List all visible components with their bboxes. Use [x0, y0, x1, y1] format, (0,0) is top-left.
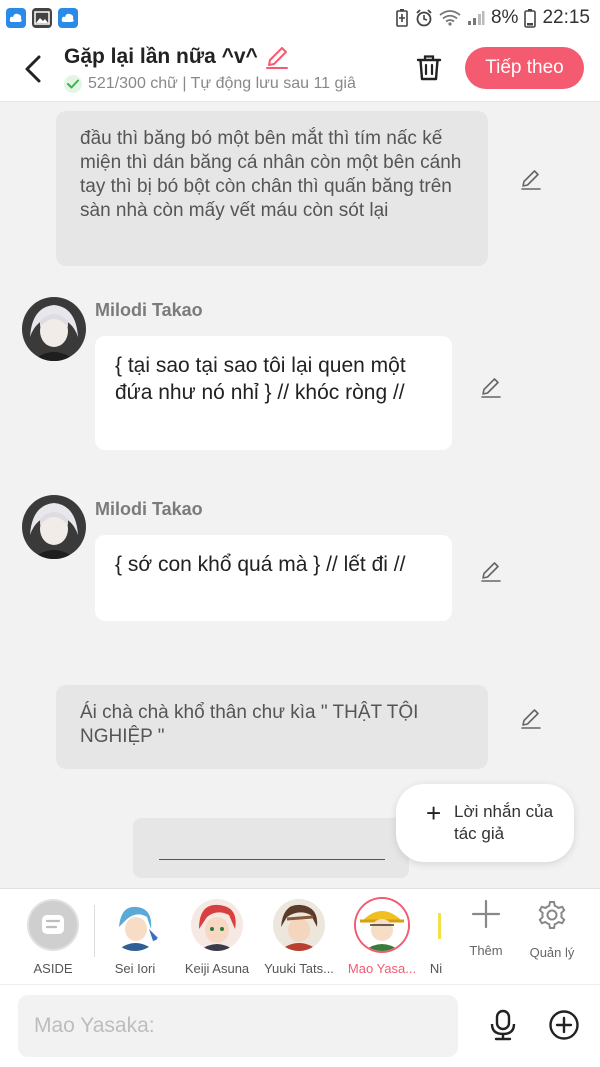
story-title[interactable]: Gặp lại lần nữa ^v^ — [64, 45, 258, 69]
gallery-icon — [32, 8, 52, 28]
character-keiji-asuna[interactable]: Keiji Asuna — [176, 899, 258, 976]
dialogue-message[interactable]: { sớ con khổ quá mà } // lết đi // — [95, 535, 452, 621]
blank-line — [159, 840, 385, 860]
character-name: Sei Iori — [114, 961, 156, 976]
character-avatar-icon — [22, 297, 86, 361]
aside-character[interactable]: ASIDE — [12, 899, 94, 976]
character-ni[interactable]: Ni — [424, 899, 448, 976]
wifi-icon — [439, 10, 461, 26]
next-button[interactable]: Tiếp theo — [465, 47, 584, 89]
narration-message[interactable]: đầu thì băng bó một bên mắt thì tím nấc … — [56, 111, 488, 266]
input-bar — [0, 984, 600, 1067]
add-content-button[interactable] — [546, 1007, 582, 1043]
dialogue-message[interactable]: { tại sao tại sao tôi lại quen một đứa n… — [95, 336, 452, 450]
character-mao-yasaka[interactable]: Mao Yasa... — [341, 899, 423, 976]
chevron-left-icon — [25, 55, 41, 83]
dialogue-text: { sớ con khổ quá mà } // lết đi // — [115, 553, 406, 576]
aside-icon — [27, 899, 79, 951]
avatar — [191, 899, 243, 951]
plus-icon: + — [426, 798, 442, 828]
signal-icon — [467, 10, 485, 26]
add-character-button[interactable]: Thêm — [456, 899, 516, 958]
saved-check-icon — [64, 75, 82, 93]
back-button[interactable] — [18, 52, 48, 86]
blank-message-placeholder[interactable] — [133, 818, 409, 878]
add-label: Thêm — [469, 943, 503, 958]
cloud-app-icon — [58, 8, 78, 28]
edit-message-button[interactable] — [518, 705, 544, 731]
battery-icon — [524, 8, 537, 28]
sender-name: Milodi Takao — [95, 300, 203, 320]
avatar — [109, 899, 161, 951]
character-bar: ASIDE Sei Iori Keiji Asuna Yuuki Tats...… — [0, 888, 600, 984]
edit-message-button[interactable] — [478, 374, 504, 400]
pencil-icon — [481, 562, 501, 582]
avatar[interactable] — [22, 297, 86, 361]
alarm-icon — [415, 9, 433, 27]
edit-message-button[interactable] — [478, 558, 504, 584]
pencil-icon — [521, 170, 541, 190]
clock: 22:15 — [542, 7, 590, 28]
message-input[interactable] — [18, 995, 458, 1057]
manage-characters-button[interactable]: Quản lý — [522, 899, 582, 960]
narration-text: đầu thì băng bó một bên mắt thì tím nấc … — [80, 128, 462, 221]
avatar — [424, 899, 448, 951]
character-name: ASIDE — [33, 961, 73, 976]
top-bar: Gặp lại lần nữa ^v^ 521/300 chữ | Tự độn… — [0, 36, 600, 102]
character-name: Yuuki Tats... — [264, 961, 334, 976]
battery-percent: 8% — [490, 7, 519, 28]
gear-icon — [538, 901, 566, 929]
pencil-icon — [481, 378, 501, 398]
author-note-button[interactable]: + Lời nhắn của tác giả — [396, 784, 574, 862]
plus-icon — [471, 899, 501, 929]
delete-button[interactable] — [412, 50, 446, 86]
narration-text: Ái chà chà khổ thân chư kìa " THẬT TỘI N… — [80, 702, 419, 747]
edit-message-button[interactable] — [518, 166, 544, 192]
add-circle-icon — [549, 1010, 579, 1040]
trash-icon — [416, 55, 442, 81]
avatar — [273, 899, 325, 951]
voice-input-button[interactable] — [486, 1007, 520, 1043]
dialogue-text: { tại sao tại sao tôi lại quen một đứa n… — [115, 354, 406, 404]
character-name: Keiji Asuna — [184, 961, 250, 976]
author-note-label: Lời nhắn của tác giả — [454, 802, 554, 843]
character-name: Mao Yasa... — [347, 961, 417, 976]
cloud-app-icon — [6, 8, 26, 28]
character-sei-iori[interactable]: Sei Iori — [94, 899, 176, 976]
microphone-icon — [490, 1009, 516, 1041]
character-name: Ni — [429, 961, 443, 976]
character-yuuki-tatsuya[interactable]: Yuuki Tats... — [258, 899, 340, 976]
story-title-area: Gặp lại lần nữa ^v^ 521/300 chữ | Tự độn… — [64, 44, 394, 93]
avatar[interactable] — [22, 495, 86, 559]
sender-name: Milodi Takao — [95, 499, 203, 519]
avatar — [356, 899, 408, 951]
character-avatar-icon — [22, 495, 86, 559]
edit-title-icon[interactable] — [264, 44, 290, 70]
battery-saver-icon — [395, 9, 409, 27]
chat-area[interactable]: đầu thì băng bó một bên mắt thì tím nấc … — [0, 102, 600, 888]
manage-label: Quản lý — [529, 945, 575, 960]
status-bar: 8% 22:15 — [0, 0, 600, 36]
pencil-icon — [521, 709, 541, 729]
narration-message[interactable]: Ái chà chà khổ thân chư kìa " THẬT TỘI N… — [56, 685, 488, 769]
word-count-autosave: 521/300 chữ | Tự động lưu sau 11 giâ — [88, 75, 356, 92]
